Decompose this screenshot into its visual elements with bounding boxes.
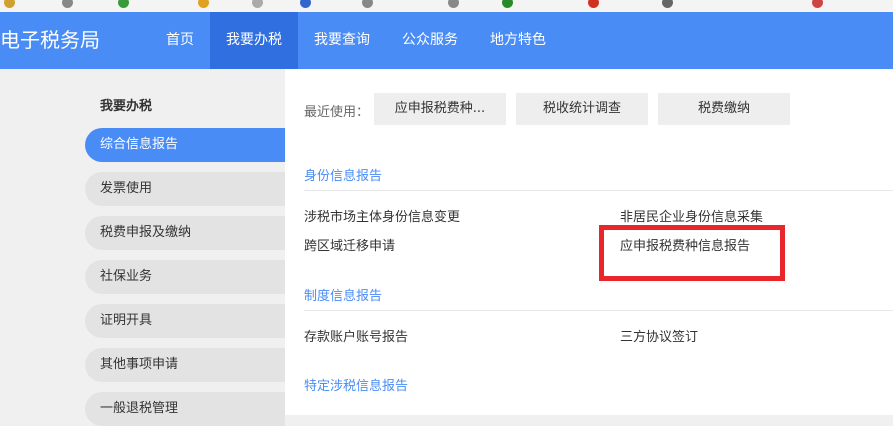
nav-home[interactable]: 首页 xyxy=(150,12,210,69)
top-header: 电子税务局 首页 我要办税 我要查询 公众服务 地方特色 xyxy=(0,12,893,69)
section-title-specific-tax-info: 特定涉税信息报告 xyxy=(304,379,409,394)
nav-local-features[interactable]: 地方特色 xyxy=(474,12,562,69)
bookmark-item[interactable] xyxy=(198,0,212,10)
sidebar-item-invoice-use[interactable]: 发票使用 xyxy=(85,172,285,206)
link-tax-type-info-report[interactable]: 应申报税费种信息报告 xyxy=(620,235,750,254)
sidebar: 我要办税 综合信息报告 发票使用 税费申报及缴纳 社保业务 证明开具 其他事项申… xyxy=(0,69,285,426)
section-divider xyxy=(304,310,893,311)
bookmark-item[interactable] xyxy=(448,0,462,10)
nav-tax-handling[interactable]: 我要办税 xyxy=(210,12,298,69)
link-tripartite-agreement[interactable]: 三方协议签订 xyxy=(620,326,698,345)
link-cross-region-migration[interactable]: 跨区域迁移申请 xyxy=(304,235,395,254)
main-content: 最近使用： 应申报税费种... 税收统计调查 税费缴纳 身份信息报告 涉税市场主… xyxy=(285,69,893,415)
section-title-identity-info: 身份信息报告 xyxy=(304,169,383,184)
bookmark-item[interactable] xyxy=(62,0,76,10)
recent-button-tax-type-report[interactable]: 应申报税费种... xyxy=(374,93,506,125)
bookmark-item[interactable] xyxy=(252,0,266,10)
bookmark-item[interactable] xyxy=(300,0,314,10)
sidebar-item-social-insurance[interactable]: 社保业务 xyxy=(85,260,285,294)
bookmark-item[interactable] xyxy=(4,0,18,10)
browser-bookmark-bar xyxy=(0,0,893,12)
link-nonresident-identity-collection[interactable]: 非居民企业身份信息采集 xyxy=(620,206,763,225)
link-taxpayer-identity-change[interactable]: 涉税市场主体身份信息变更 xyxy=(304,206,460,225)
nav-query[interactable]: 我要查询 xyxy=(298,12,386,69)
sidebar-item-general-refund[interactable]: 一般退税管理 xyxy=(85,392,285,426)
sidebar-item-other-applications[interactable]: 其他事项申请 xyxy=(85,348,285,382)
recent-used-label: 最近使用： xyxy=(304,105,370,120)
recent-button-tax-payment[interactable]: 税费缴纳 xyxy=(658,93,790,125)
sidebar-item-certificate-issuance[interactable]: 证明开具 xyxy=(85,304,285,338)
nav-public-service[interactable]: 公众服务 xyxy=(386,12,474,69)
sidebar-item-tax-declaration-payment[interactable]: 税费申报及缴纳 xyxy=(85,216,285,250)
bookmark-item[interactable] xyxy=(118,0,132,10)
section-title-system-info: 制度信息报告 xyxy=(304,289,383,304)
recent-button-tax-statistics-survey[interactable]: 税收统计调查 xyxy=(516,93,648,125)
section-divider xyxy=(304,190,893,191)
bookmark-item[interactable] xyxy=(662,0,676,10)
sidebar-item-comprehensive-info-report[interactable]: 综合信息报告 xyxy=(85,128,285,162)
bookmark-item[interactable] xyxy=(588,0,602,10)
bookmark-item[interactable] xyxy=(362,0,376,10)
bookmark-item[interactable] xyxy=(502,0,516,10)
site-title: 电子税务局 xyxy=(0,28,100,52)
bookmark-item[interactable] xyxy=(812,0,826,10)
link-deposit-account-report[interactable]: 存款账户账号报告 xyxy=(304,326,408,345)
sidebar-title: 我要办税 xyxy=(100,99,153,114)
